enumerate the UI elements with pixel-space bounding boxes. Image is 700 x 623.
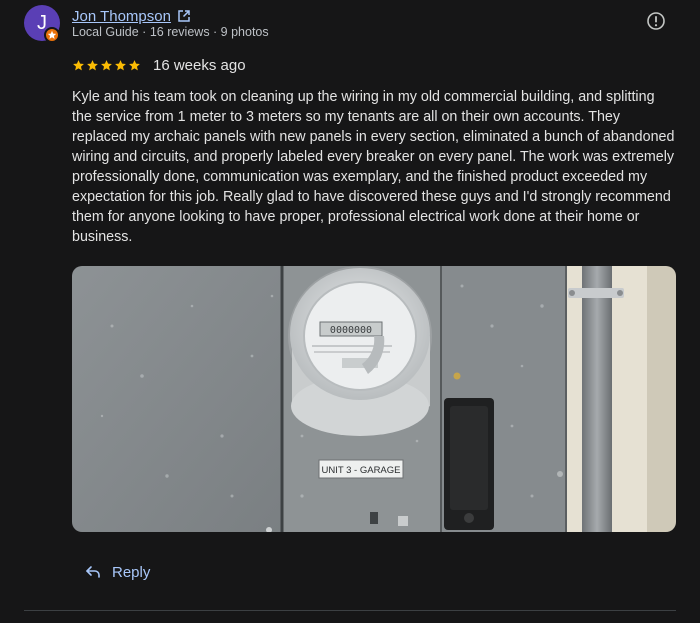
reply-button[interactable]: Reply [84, 563, 150, 581]
rating-row: 16 weeks ago [72, 57, 246, 74]
reply-label: Reply [112, 563, 151, 581]
local-guide-badge-icon [44, 27, 60, 43]
review-time: 16 weeks ago [153, 57, 246, 74]
author-name-link[interactable]: Jon Thompson [72, 8, 171, 25]
unit-label-text: UNIT 3 - GARAGE [321, 465, 400, 476]
review-text: Kyle and his team took on cleaning up th… [72, 89, 675, 245]
report-icon[interactable] [646, 11, 666, 31]
reply-icon [86, 566, 100, 578]
author-row: Jon Thompson [72, 6, 191, 26]
star-icon [129, 60, 140, 71]
review-photo[interactable]: 0000000 UNIT 3 - GARAGE [72, 266, 676, 532]
conduit-pipe [582, 266, 612, 532]
review-card: J Jon Thompson Local Guide · 16 reviews … [0, 0, 700, 623]
wall [72, 266, 286, 532]
star-icon [73, 60, 84, 71]
author-meta: Local Guide · 16 reviews · 9 photos [72, 25, 269, 39]
star-icon [115, 60, 126, 71]
divider [24, 610, 676, 611]
star-rating [72, 59, 141, 72]
star-icon [87, 60, 98, 71]
meter-reading: 0000000 [330, 325, 372, 336]
external-link-icon[interactable] [177, 9, 191, 23]
star-icon [101, 60, 112, 71]
